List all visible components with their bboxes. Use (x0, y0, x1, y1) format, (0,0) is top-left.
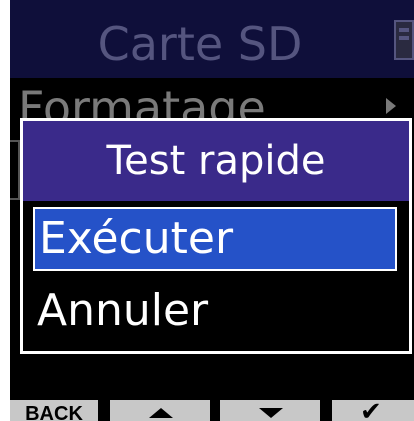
up-button[interactable] (110, 400, 210, 421)
battery-icon (394, 20, 414, 60)
triangle-down-icon (259, 408, 283, 418)
back-button[interactable]: BACK (10, 400, 98, 421)
background-menu-edge (10, 140, 20, 200)
quick-test-dialog: Test rapide Exécuter Annuler (20, 118, 412, 354)
dialog-title: Test rapide (23, 121, 409, 201)
device-screen: Carte SD Formatage Test rapide Exécuter … (10, 0, 414, 421)
down-button[interactable] (220, 400, 320, 421)
softkey-bar: BACK ✔ (10, 400, 414, 421)
cancel-option[interactable]: Annuler (33, 279, 397, 343)
checkmark-icon: ✔ (360, 400, 382, 421)
triangle-up-icon (149, 408, 173, 418)
chevron-right-icon (386, 98, 396, 114)
confirm-button[interactable]: ✔ (332, 400, 414, 421)
execute-option[interactable]: Exécuter (33, 207, 397, 271)
screen-title: Carte SD (97, 17, 303, 71)
